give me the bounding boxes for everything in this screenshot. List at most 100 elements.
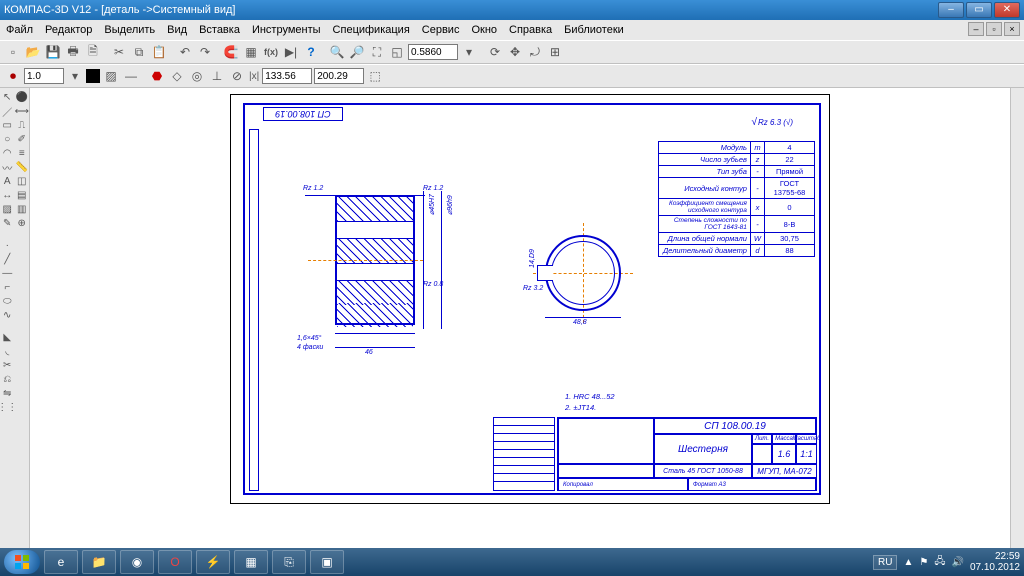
close-button[interactable]: ✕ (994, 2, 1020, 18)
zoom-area-icon[interactable]: ◱ (388, 43, 406, 61)
misc-icon[interactable]: ⊞ (546, 43, 564, 61)
maximize-button[interactable]: ▭ (966, 2, 992, 18)
menu-tools[interactable]: Инструменты (252, 24, 321, 36)
open-file-icon[interactable]: 📂 (24, 43, 42, 61)
coord-lock-icon[interactable]: ⬚ (366, 67, 384, 85)
menu-window[interactable]: Окно (471, 24, 497, 36)
undo-icon[interactable]: ↶ (176, 43, 194, 61)
segment-icon[interactable]: — (0, 266, 14, 280)
zoom-out-icon[interactable]: 🔎 (348, 43, 366, 61)
task-explorer-icon[interactable]: 📁 (82, 550, 116, 574)
task-ie-icon[interactable]: e (44, 550, 78, 574)
bezier-icon[interactable]: ∿ (0, 308, 14, 322)
tray-shield-icon[interactable]: ⚑ (919, 557, 928, 568)
zoom-fit-icon[interactable]: ⛶ (368, 43, 386, 61)
fx-icon[interactable]: f(x) (262, 43, 280, 61)
menu-view[interactable]: Вид (167, 24, 187, 36)
menu-libs[interactable]: Библиотеки (564, 24, 624, 36)
lang-indicator[interactable]: RU (873, 555, 897, 570)
help-icon[interactable]: ? (302, 43, 320, 61)
task-chrome-icon[interactable]: ◉ (120, 550, 154, 574)
task-app2-icon[interactable]: ⎘ (272, 550, 306, 574)
dim-group-icon[interactable]: ⟷ (15, 104, 29, 118)
clock[interactable]: 22:59 07.10.2012 (970, 551, 1020, 573)
copy-icon[interactable]: ⧉ (130, 43, 148, 61)
dim-tool-icon[interactable]: ↔ (0, 188, 14, 202)
snap-center-icon[interactable]: ◎ (188, 67, 206, 85)
linetype-icon[interactable]: — (122, 67, 140, 85)
redo-icon[interactable]: ↷ (196, 43, 214, 61)
task-kompas-icon[interactable]: ▣ (310, 550, 344, 574)
text-tool-icon[interactable]: A (0, 174, 14, 188)
array-icon[interactable]: ⋮⋮ (0, 400, 14, 414)
color-icon[interactable] (86, 69, 100, 83)
menu-select[interactable]: Выделить (104, 24, 155, 36)
fillet-icon[interactable]: ◟ (0, 344, 14, 358)
point-tool-icon[interactable]: · (0, 238, 14, 252)
snap-end-icon[interactable]: ⬣ (148, 67, 166, 85)
tray-network-icon[interactable]: 🖧 (934, 554, 945, 571)
task-winamp-icon[interactable]: ⚡ (196, 550, 230, 574)
insert-group-icon[interactable]: ⊕ (15, 216, 29, 230)
mirror-icon[interactable]: ⇋ (0, 386, 14, 400)
trim-icon[interactable]: ✂ (0, 358, 14, 372)
mdi-restore[interactable]: ▫ (986, 22, 1002, 36)
tray-sound-icon[interactable]: 🔊 (951, 557, 963, 568)
aux-line-icon[interactable]: ╱ (0, 252, 14, 266)
circle-tool-icon[interactable]: ○ (0, 132, 14, 146)
menu-insert[interactable]: Вставка (199, 24, 240, 36)
designate-group-icon[interactable]: ⎍ (15, 118, 29, 132)
chamfer-icon[interactable]: ◣ (0, 330, 14, 344)
cut-icon[interactable]: ✂ (110, 43, 128, 61)
menu-editor[interactable]: Редактор (45, 24, 92, 36)
grid-icon[interactable]: ▦ (242, 43, 260, 61)
report-group-icon[interactable]: ▥ (15, 202, 29, 216)
spline-tool-icon[interactable]: 〰 (0, 160, 14, 174)
hatch-tool-icon[interactable]: ▨ (0, 202, 14, 216)
zoom-value-input[interactable] (408, 44, 458, 60)
edit-tool-icon[interactable]: ✎ (0, 216, 14, 230)
task-opera-icon[interactable]: O (158, 550, 192, 574)
new-file-icon[interactable]: ▫ (4, 43, 22, 61)
menu-service[interactable]: Сервис (422, 24, 460, 36)
arc-tool-icon[interactable]: ◠ (0, 146, 14, 160)
select-tool-icon[interactable]: ↖ (0, 90, 14, 104)
dropdown2-icon[interactable]: ▾ (66, 67, 84, 85)
menu-file[interactable]: Файл (6, 24, 33, 36)
line-tool-icon[interactable]: ／ (0, 104, 14, 118)
param-group-icon[interactable]: ≡ (15, 146, 29, 160)
measure-group-icon[interactable]: 📏 (15, 160, 29, 174)
snap-icon[interactable]: 🧲 (222, 43, 240, 61)
start-button[interactable] (4, 550, 40, 574)
task-app1-icon[interactable]: ▦ (234, 550, 268, 574)
dropdown-icon[interactable]: ▾ (460, 43, 478, 61)
preview-icon[interactable]: 🗎 (84, 43, 102, 61)
snap-mid-icon[interactable]: ◇ (168, 67, 186, 85)
paste-icon[interactable]: 📋 (150, 43, 168, 61)
minimize-button[interactable]: – (938, 2, 964, 18)
mdi-minimize[interactable]: – (968, 22, 984, 36)
line-scale-input[interactable] (24, 68, 64, 84)
stop-icon[interactable]: ⏺ (4, 67, 22, 85)
coord-x-input[interactable] (262, 68, 312, 84)
save-icon[interactable]: 💾 (44, 43, 62, 61)
coord-y-input[interactable] (314, 68, 364, 84)
canvas[interactable]: СП 108.00.19 Rz 6.3 (√) Модульm4 Число з… (30, 88, 1010, 548)
edit-group-icon[interactable]: ✐ (15, 132, 29, 146)
zoom-in-icon[interactable]: 🔍 (328, 43, 346, 61)
menu-help[interactable]: Справка (509, 24, 552, 36)
rotate-icon[interactable]: ⤾ (526, 43, 544, 61)
pan-icon[interactable]: ✥ (506, 43, 524, 61)
spec-group-icon[interactable]: ▤ (15, 188, 29, 202)
menu-spec[interactable]: Спецификация (333, 24, 410, 36)
refresh-icon[interactable]: ⟳ (486, 43, 504, 61)
snap-tan-icon[interactable]: ⊘ (228, 67, 246, 85)
rect-tool-icon[interactable]: ▭ (0, 118, 14, 132)
snap-perp-icon[interactable]: ⊥ (208, 67, 226, 85)
mdi-close[interactable]: × (1004, 22, 1020, 36)
select-group-icon[interactable]: ◫ (15, 174, 29, 188)
print-icon[interactable]: 🖶 (64, 43, 82, 61)
tray-icon[interactable]: ▲ (903, 557, 913, 568)
ellipse-icon[interactable]: ⬭ (0, 294, 14, 308)
geom-group-icon[interactable]: ⚫ (15, 90, 29, 104)
